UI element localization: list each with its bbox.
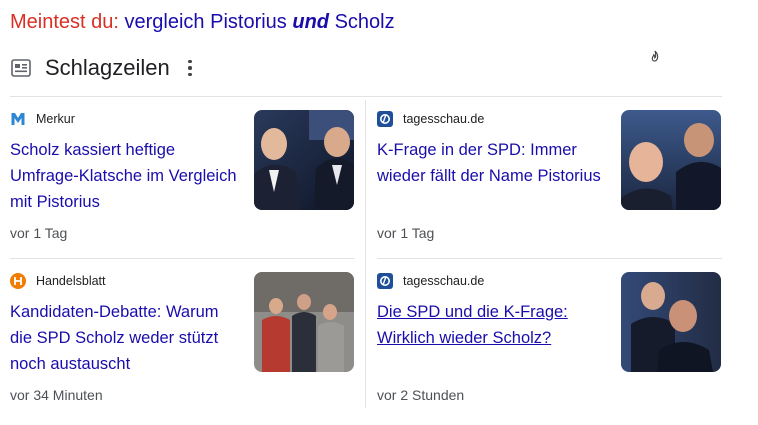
row-divider-left [10,258,355,259]
news-thumbnail[interactable] [254,272,354,372]
news-thumbnail[interactable] [621,110,721,210]
news-timestamp: vor 2 Stunden [377,387,465,403]
small-flame-icon [651,50,659,62]
headlines-section-header: Schlagzeilen [10,52,196,84]
source-name: tagesschau.de [403,112,485,126]
merkur-logo-icon [10,111,26,127]
source-name: tagesschau.de [403,274,485,288]
more-vert-icon[interactable] [184,58,196,78]
tagesschau-logo-icon [377,111,393,127]
tagesschau-logo-icon [377,273,393,289]
section-title: Schlagzeilen [45,55,170,80]
news-thumbnail[interactable] [621,272,721,372]
news-card[interactable]: Handelsblatt Kandidaten-Debatte: Warum d… [10,262,355,412]
news-timestamp: vor 1 Tag [377,225,435,241]
news-source: Merkur [10,110,75,128]
did-you-mean-label: Meintest du: [10,11,119,33]
news-source: Handelsblatt [10,272,106,290]
news-headline-link[interactable]: Kandidaten-Debatte: Warum die SPD Scholz… [10,299,240,377]
row-divider-right [377,258,722,259]
source-name: Handelsblatt [36,274,106,288]
news-timestamp: vor 1 Tag [10,225,68,241]
news-card[interactable]: Merkur Scholz kassiert heftige Umfrage-K… [10,100,355,250]
suggestion-part-2: Scholz [334,11,395,33]
handelsblatt-logo-icon [10,273,26,289]
news-source: tagesschau.de [377,110,484,128]
did-you-mean: Meintest du: vergleich Pistorius und Sch… [10,9,395,35]
suggestion-emphasis: und [292,11,330,33]
news-headline-link[interactable]: Scholz kassiert heftige Umfrage-Klatsche… [10,137,240,215]
news-headline-link[interactable]: K-Frage in der SPD: Immer wieder fällt d… [377,137,607,189]
news-source: tagesschau.de [377,272,484,290]
news-card[interactable]: tagesschau.de Die SPD und die K-Frage: W… [377,262,722,412]
news-timestamp: vor 34 Minuten [10,387,103,403]
source-name: Merkur [36,112,75,126]
suggestion-part-1: vergleich Pistorius [124,11,287,33]
news-icon [10,57,32,79]
section-divider [10,96,722,97]
did-you-mean-suggestion-link[interactable]: vergleich Pistorius und Scholz [125,11,395,33]
news-card[interactable]: tagesschau.de K-Frage in der SPD: Immer … [377,100,722,250]
news-thumbnail[interactable] [254,110,354,210]
column-divider [365,100,366,408]
news-headline-link[interactable]: Die SPD und die K-Frage: Wirklich wieder… [377,299,607,351]
